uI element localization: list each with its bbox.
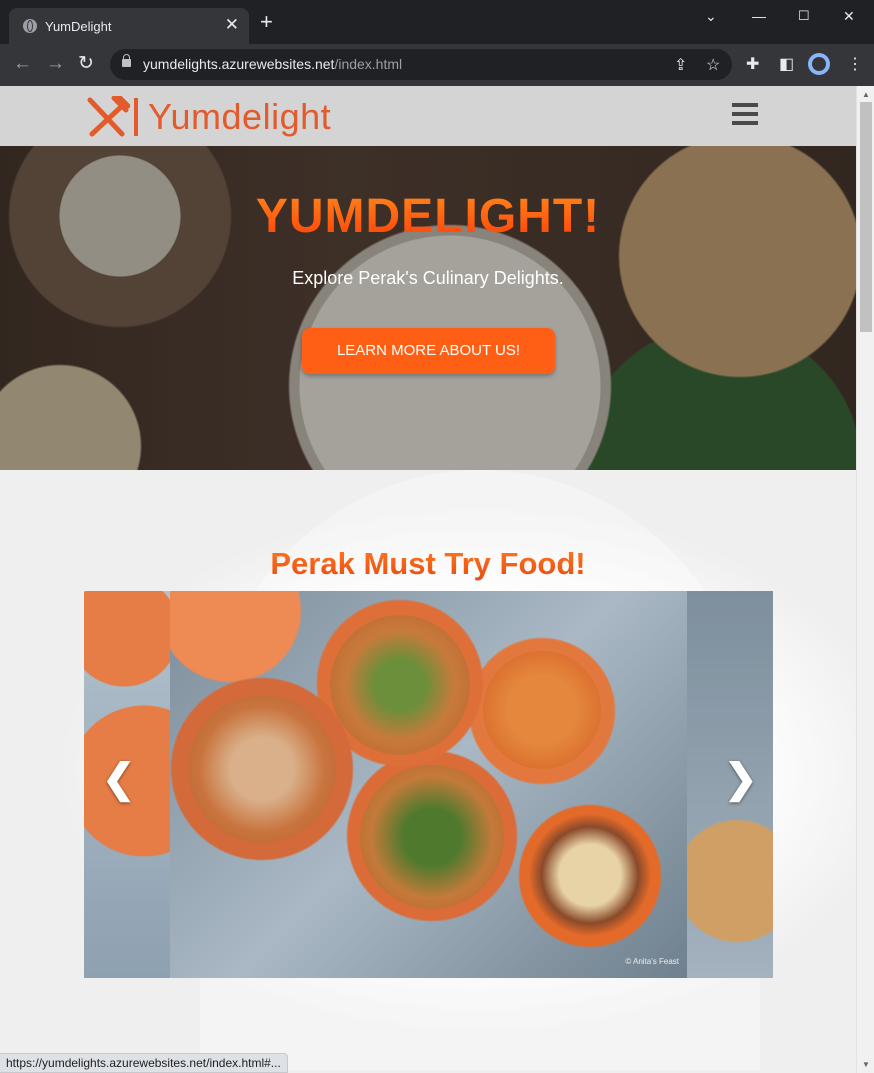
scroll-up-icon[interactable]: ▲: [862, 90, 870, 99]
page-scrollbar[interactable]: ▲ ▼: [856, 86, 874, 1073]
star-icon[interactable]: ☆: [706, 55, 720, 75]
hero-title: YUMDELIGHT!: [0, 189, 856, 244]
food-carousel: © Anita's Feast ❮ ❯: [84, 591, 773, 978]
status-bar-url: https://yumdelights.azurewebsites.net/in…: [0, 1053, 288, 1073]
new-tab-button[interactable]: +: [260, 11, 273, 33]
logo-text[interactable]: Yumdelight: [148, 96, 331, 138]
carousel-next-icon[interactable]: ❯: [724, 756, 758, 802]
tab-strip: YumDelight ✕ + ⌄ — ☐ ✕: [0, 0, 874, 44]
soup-bowl: [188, 695, 336, 843]
section-title: Perak Must Try Food!: [0, 546, 856, 582]
minimize-icon[interactable]: —: [752, 8, 766, 24]
site-header: Yumdelight: [0, 86, 856, 146]
broth-bowl: [483, 651, 601, 769]
side-panel-icon[interactable]: ◧: [779, 54, 794, 74]
scroll-down-icon[interactable]: ▼: [862, 1060, 870, 1069]
reload-icon[interactable]: ↻: [78, 53, 94, 75]
logo-divider: [134, 98, 138, 136]
tab-close-icon[interactable]: ✕: [225, 15, 239, 35]
url-domain: yumdelights.azurewebsites.net: [143, 56, 335, 72]
noodle-bowl: [330, 615, 470, 755]
forward-icon[interactable]: →: [46, 53, 65, 75]
hero-banner: YUMDELIGHT! Explore Perak's Culinary Del…: [0, 146, 856, 470]
scrollbar-thumb[interactable]: [860, 102, 872, 332]
yong-tau-foo-plate: [528, 813, 652, 937]
carousel-prev-icon[interactable]: ❮: [102, 756, 136, 802]
food-section: Perak Must Try Food! © Anita's Feast ❮ ❯: [0, 470, 856, 1073]
fork-knife-icon[interactable]: [84, 96, 130, 138]
photo-credit: © Anita's Feast: [625, 957, 679, 966]
browser-tab[interactable]: YumDelight ✕: [9, 8, 249, 44]
hero-subtitle: Explore Perak's Culinary Delights.: [292, 268, 564, 288]
address-bar[interactable]: yumdelights.azurewebsites.net/index.html…: [110, 49, 732, 80]
tab-title: YumDelight: [45, 19, 112, 34]
globe-icon: [23, 19, 37, 33]
url-path: /index.html: [334, 56, 403, 72]
herb-noodle-bowl: [360, 765, 504, 909]
hamburger-menu-icon[interactable]: [732, 103, 758, 130]
extensions-icon[interactable]: ✚: [746, 54, 759, 74]
lock-icon[interactable]: [122, 54, 131, 67]
learn-more-button[interactable]: LEARN MORE ABOUT US!: [302, 328, 555, 374]
menu-icon[interactable]: ⋮: [847, 54, 863, 74]
close-icon[interactable]: ✕: [843, 8, 855, 25]
share-icon[interactable]: ⇪: [674, 55, 687, 75]
tab-search-icon[interactable]: ⌄: [705, 8, 717, 25]
current-slide-image: © Anita's Feast: [170, 591, 687, 978]
browser-toolbar: ← → ↻ yumdelights.azurewebsites.net/inde…: [0, 44, 874, 86]
maximize-icon[interactable]: ☐: [798, 8, 810, 24]
back-icon[interactable]: ←: [13, 53, 32, 75]
page-viewport: Yumdelight YUMDELIGHT! Explore Perak's C…: [0, 86, 874, 1073]
url-text[interactable]: yumdelights.azurewebsites.net/index.html: [143, 56, 402, 72]
profile-icon[interactable]: [808, 53, 830, 75]
